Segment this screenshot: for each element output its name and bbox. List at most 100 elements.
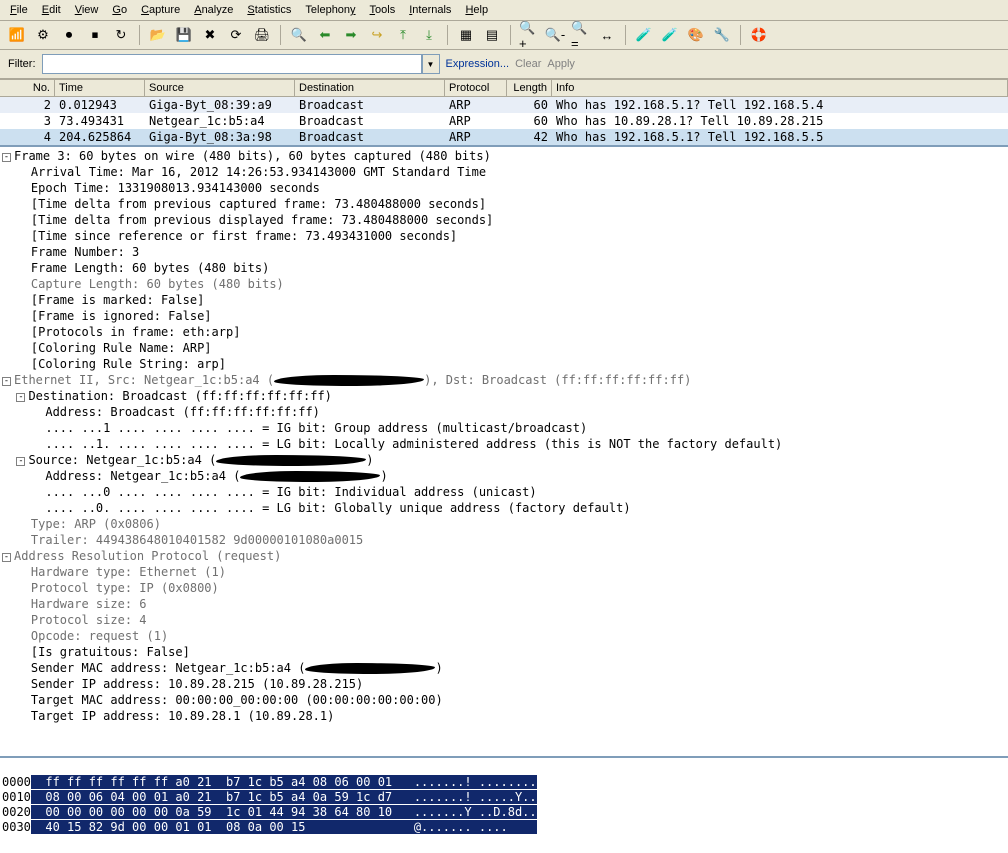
filter-dropdown-icon[interactable]: ▼ <box>422 54 440 74</box>
frame-node[interactable]: Frame 3: 60 bytes on wire (480 bits), 60… <box>14 149 491 163</box>
collapse-icon[interactable]: - <box>16 457 25 466</box>
zoom-in-icon[interactable]: 🔍+ <box>518 24 540 46</box>
menu-file[interactable]: File <box>4 2 34 18</box>
auto-scroll-icon[interactable]: ▤ <box>481 24 503 46</box>
filter-bar: Filter: ▼ Expression... Clear Apply <box>0 50 1008 79</box>
capture-filters-icon[interactable]: 🧪 <box>633 24 655 46</box>
detail-line: [Frame is marked: False] <box>31 293 204 307</box>
menu-go[interactable]: Go <box>106 2 133 18</box>
hex-offset: 0000 <box>2 775 31 789</box>
toolbar-separator <box>740 25 741 45</box>
collapse-icon[interactable]: - <box>2 553 11 562</box>
menu-view[interactable]: View <box>69 2 105 18</box>
menu-statistics[interactable]: Statistics <box>241 2 297 18</box>
interfaces-icon[interactable]: 📶 <box>6 24 28 46</box>
start-capture-icon[interactable]: ⏺ <box>58 24 80 46</box>
detail-line: [Frame is ignored: False] <box>31 309 212 323</box>
menu-analyze[interactable]: Analyze <box>188 2 239 18</box>
eth-dst-node[interactable]: Destination: Broadcast (ff:ff:ff:ff:ff:f… <box>28 389 331 403</box>
col-header-no[interactable]: No. <box>0 80 55 97</box>
col-header-length[interactable]: Length <box>507 80 552 97</box>
detail-line: Epoch Time: 1331908013.934143000 seconds <box>31 181 320 195</box>
menu-telephony[interactable]: Telephony <box>299 2 361 18</box>
hex-bytes: 00 00 00 00 00 00 0a 59 1c 01 44 94 38 6… <box>31 805 392 819</box>
packet-list-header: No. Time Source Destination Protocol Len… <box>0 80 1008 97</box>
detail-line: Hardware size: 6 <box>31 597 147 611</box>
filter-input[interactable] <box>42 54 422 74</box>
go-back-icon[interactable]: ⬅ <box>314 24 336 46</box>
packet-row[interactable]: 2 0.012943 Giga-Byt_08:39:a9 Broadcast A… <box>0 97 1008 113</box>
collapse-icon[interactable]: - <box>2 153 11 162</box>
hex-bytes: 40 15 82 9d 00 00 01 01 08 0a 00 15 <box>31 820 306 834</box>
arp-node[interactable]: Address Resolution Protocol (request) <box>14 549 281 563</box>
expression-link[interactable]: Expression... <box>446 58 510 70</box>
filter-label: Filter: <box>8 58 36 70</box>
help-icon[interactable]: 🛟 <box>748 24 770 46</box>
menu-internals[interactable]: Internals <box>403 2 457 18</box>
detail-line: [Is gratuitous: False] <box>31 645 190 659</box>
stop-capture-icon[interactable]: ⏹ <box>84 24 106 46</box>
packet-row[interactable]: 4 204.625864 Giga-Byt_08:3a:98 Broadcast… <box>0 129 1008 145</box>
detail-line: [Protocols in frame: eth:arp] <box>31 325 241 339</box>
detail-line: Hardware type: Ethernet (1) <box>31 565 226 579</box>
detail-line: Type: ARP (0x0806) <box>31 517 161 531</box>
collapse-icon[interactable]: - <box>16 393 25 402</box>
packet-list-pane: No. Time Source Destination Protocol Len… <box>0 79 1008 145</box>
menu-edit[interactable]: Edit <box>36 2 67 18</box>
resize-columns-icon[interactable]: ↔ <box>596 24 618 46</box>
col-header-destination[interactable]: Destination <box>295 80 445 97</box>
toolbar-separator <box>447 25 448 45</box>
clear-link[interactable]: Clear <box>515 58 541 70</box>
toolbar-separator <box>510 25 511 45</box>
menu-tools[interactable]: Tools <box>364 2 402 18</box>
eth-src-node[interactable]: Source: Netgear_1c:b5:a4 ( <box>28 453 216 467</box>
save-file-icon[interactable]: 💾 <box>173 24 195 46</box>
detail-line: Address: Netgear_1c:b5:a4 ( <box>45 469 240 483</box>
menu-help[interactable]: Help <box>459 2 494 18</box>
col-header-info[interactable]: Info <box>552 80 1008 97</box>
hex-offset: 0020 <box>2 805 31 819</box>
detail-line: [Time delta from previous displayed fram… <box>31 213 493 227</box>
ethernet-node[interactable]: Ethernet II, Src: Netgear_1c:b5:a4 ( <box>14 373 274 387</box>
menu-capture[interactable]: Capture <box>135 2 186 18</box>
options-icon[interactable]: ⚙ <box>32 24 54 46</box>
menu-bar: File Edit View Go Capture Analyze Statis… <box>0 0 1008 21</box>
print-icon[interactable]: 🖨 <box>251 24 273 46</box>
redacted-mac <box>305 663 435 674</box>
col-header-time[interactable]: Time <box>55 80 145 97</box>
col-header-protocol[interactable]: Protocol <box>445 80 507 97</box>
display-filters-icon[interactable]: 🧪 <box>659 24 681 46</box>
hex-bytes: 08 00 06 04 00 01 a0 21 b7 1c b5 a4 0a 5… <box>31 790 392 804</box>
toolbar-separator <box>280 25 281 45</box>
detail-line: [Coloring Rule Name: ARP] <box>31 341 212 355</box>
hex-ascii: .......Y ..D.8d.. <box>392 805 537 819</box>
packet-row[interactable]: 3 73.493431 Netgear_1c:b5:a4 Broadcast A… <box>0 113 1008 129</box>
zoom-out-icon[interactable]: 🔍- <box>544 24 566 46</box>
detail-line: Opcode: request (1) <box>31 629 168 643</box>
packet-bytes-pane[interactable]: 0000 ff ff ff ff ff ff a0 21 b7 1c b5 a4… <box>0 756 1008 853</box>
coloring-rules-icon[interactable]: 🎨 <box>685 24 707 46</box>
find-icon[interactable]: 🔍 <box>288 24 310 46</box>
detail-line: Protocol type: IP (0x0800) <box>31 581 219 595</box>
reload-icon[interactable]: ⟳ <box>225 24 247 46</box>
go-forward-icon[interactable]: ➡ <box>340 24 362 46</box>
toolbar-separator <box>625 25 626 45</box>
apply-link[interactable]: Apply <box>547 58 575 70</box>
hex-ascii: .......! .....Y.. <box>392 790 537 804</box>
zoom-reset-icon[interactable]: 🔍= <box>570 24 592 46</box>
preferences-icon[interactable]: 🔧 <box>711 24 733 46</box>
packet-details-pane[interactable]: -Frame 3: 60 bytes on wire (480 bits), 6… <box>0 145 1008 756</box>
go-first-icon[interactable]: ⤒ <box>392 24 414 46</box>
col-header-source[interactable]: Source <box>145 80 295 97</box>
redacted-mac <box>240 471 380 482</box>
go-to-packet-icon[interactable]: ↪ <box>366 24 388 46</box>
restart-capture-icon[interactable]: ↻ <box>110 24 132 46</box>
close-file-icon[interactable]: ✖ <box>199 24 221 46</box>
hex-offset: 0010 <box>2 790 31 804</box>
collapse-icon[interactable]: - <box>2 377 11 386</box>
go-last-icon[interactable]: ⤓ <box>418 24 440 46</box>
open-file-icon[interactable]: 📂 <box>147 24 169 46</box>
detail-line: Sender IP address: 10.89.28.215 (10.89.2… <box>31 677 363 691</box>
colorize-icon[interactable]: ▦ <box>455 24 477 46</box>
toolbar-separator <box>139 25 140 45</box>
